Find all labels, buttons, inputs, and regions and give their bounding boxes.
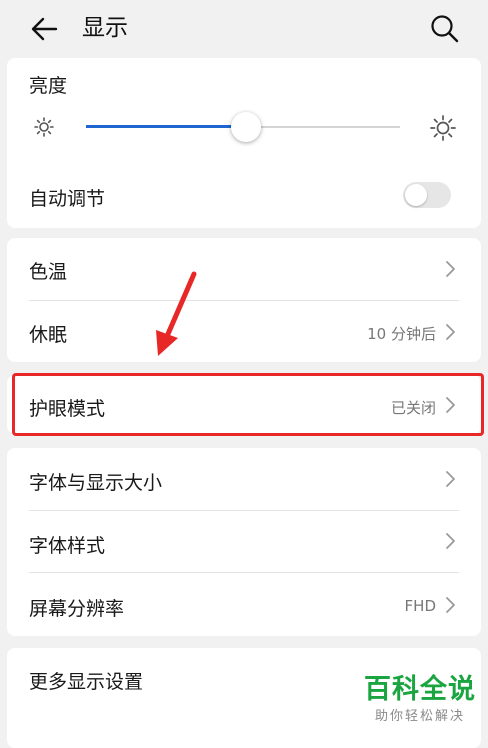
more-settings-label: 更多显示设置 [29,671,144,693]
auto-adjust-toggle[interactable] [403,182,451,208]
font-style-row[interactable]: 字体样式 [7,510,481,572]
brightness-slider-thumb[interactable] [231,112,261,142]
page-title: 显示 [82,15,128,41]
sleep-label: 休眠 [29,324,68,346]
sleep-value: 10 分钟后 [367,325,436,343]
resolution-row[interactable]: 屏幕分辨率 FHD [7,572,481,636]
chevron-right-icon [446,471,455,487]
watermark: 百科全说 助你轻松解决 [364,674,476,725]
arrow-left-icon[interactable] [28,12,62,46]
annotation-arrow-icon [156,271,197,356]
chevron-right-icon [446,324,455,340]
chevron-right-icon [446,597,455,613]
color-temp-row[interactable]: 色温 [7,238,481,300]
auto-adjust-label: 自动调节 [29,188,106,210]
sun-small-icon [34,117,54,137]
chevron-right-icon [446,533,455,549]
highlight-box [12,373,484,436]
font-display-size-label: 字体与显示大小 [29,472,163,494]
sun-large-icon [430,115,456,141]
resolution-label: 屏幕分辨率 [29,598,125,620]
search-icon[interactable] [428,12,462,46]
sleep-row[interactable]: 休眠 10 分钟后 [7,300,481,362]
chevron-right-icon [446,261,455,277]
header: 显示 [0,0,488,58]
brightness-label: 亮度 [29,75,68,97]
color-temp-label: 色温 [29,261,68,283]
watermark-subtitle: 助你轻松解决 [374,709,465,724]
font-display-size-row[interactable]: 字体与显示大小 [7,448,481,510]
brightness-slider-fill [86,125,246,128]
font-style-label: 字体样式 [29,535,106,557]
resolution-value: FHD [404,597,436,615]
watermark-title: 百科全说 [364,674,476,705]
toggle-knob [405,184,427,206]
